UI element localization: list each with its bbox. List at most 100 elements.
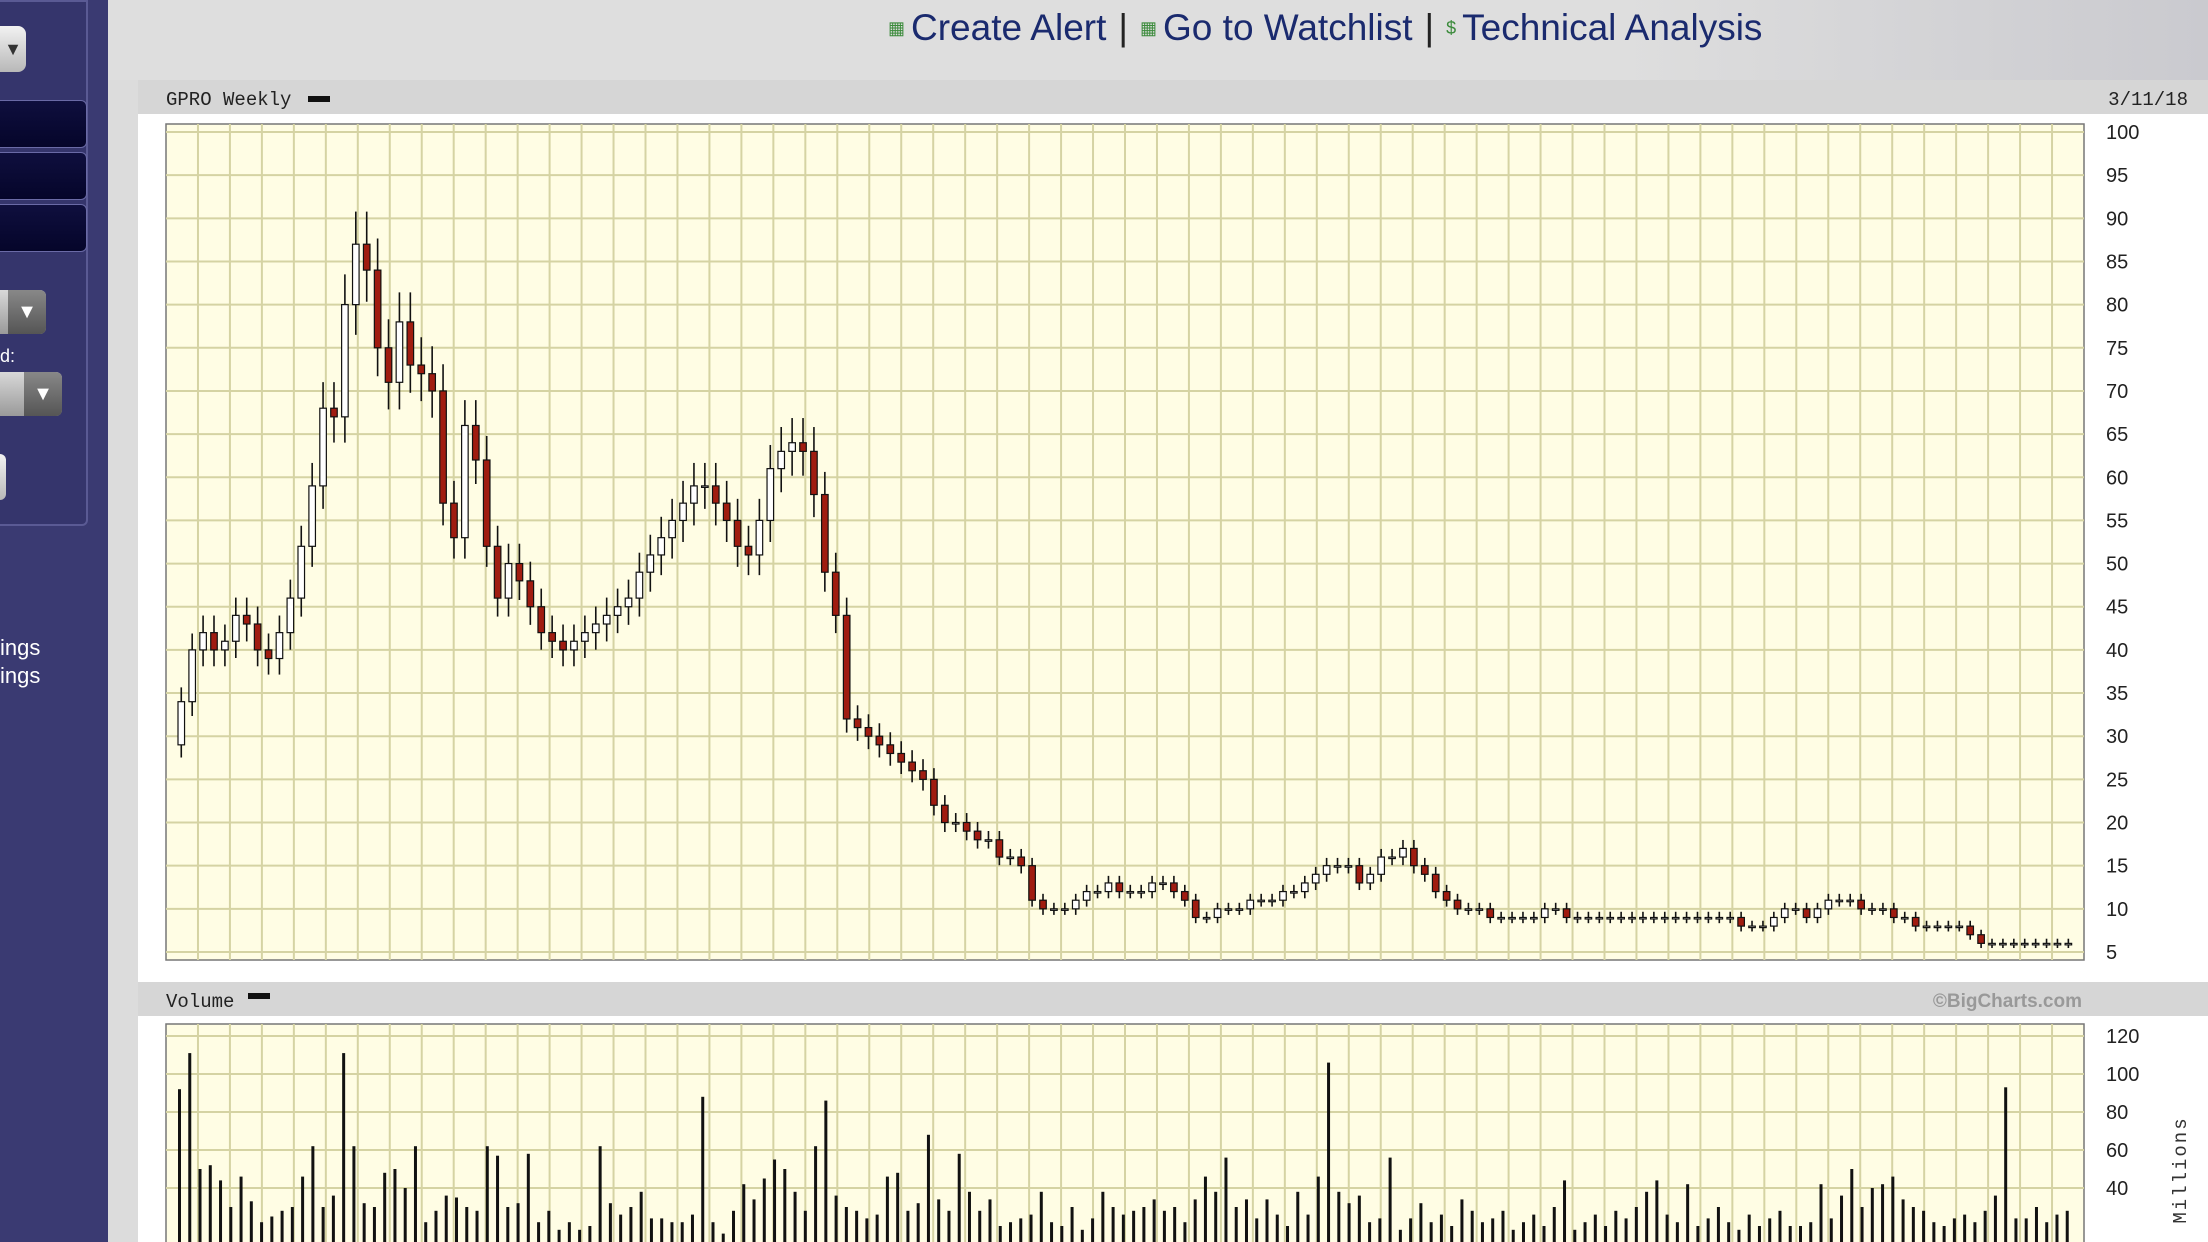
top-link-bar: ▦ Create Alert | ▦ Go to Watchlist | $ T… [108, 0, 2208, 80]
volume-bar [475, 1210, 479, 1242]
candle-body [1399, 847, 1407, 858]
sidebar-dropdown-2[interactable]: ▼ [0, 372, 62, 416]
candle-body [1104, 882, 1113, 893]
create-alert-link[interactable]: Create Alert [911, 7, 1106, 49]
volume-bar [1316, 1176, 1320, 1242]
volume-bar [1019, 1218, 1023, 1242]
volume-bar [1634, 1207, 1638, 1242]
candle-body [471, 424, 480, 461]
candle-body [1159, 882, 1167, 886]
candle-body [515, 562, 524, 582]
candle-body [940, 804, 949, 824]
volume-bar [1973, 1222, 1977, 1242]
volume-bar [290, 1207, 294, 1242]
volume-bar [383, 1172, 387, 1242]
volume-bar [762, 1178, 766, 1242]
y-tick-label: 25 [2106, 769, 2128, 791]
y-tick-label: 45 [2106, 597, 2128, 619]
candle-body [875, 735, 884, 746]
chart-title: GPRO Weekly [166, 89, 291, 111]
volume-bar [1501, 1210, 1505, 1242]
candle-body [668, 519, 677, 539]
sidebar-text-1[interactable]: ings [0, 634, 40, 662]
candle-body [264, 649, 273, 660]
sidebar-nav-button-2[interactable] [0, 152, 87, 200]
candle-body [210, 632, 218, 651]
candle-body [1344, 865, 1353, 868]
candle-body [733, 519, 742, 547]
candle-body [831, 571, 840, 616]
sidebar-button-partial[interactable] [0, 454, 6, 500]
candle-body [504, 562, 513, 599]
volume-header-bar [138, 982, 2208, 1016]
candle-body [908, 761, 916, 772]
volume-bar [1932, 1222, 1936, 1242]
candle-body [766, 468, 775, 522]
volume-bar [1614, 1210, 1618, 1242]
y-tick-label: 100 [2106, 122, 2139, 144]
sidebar-dropdown-1[interactable]: ▼ [0, 290, 46, 334]
volume-bar [1511, 1229, 1515, 1242]
candle-body [1071, 899, 1080, 910]
volume-bar [937, 1199, 941, 1242]
candle-body [548, 632, 557, 642]
volume-bar [1809, 1222, 1813, 1242]
chevron-down-icon[interactable]: ▼ [8, 290, 46, 334]
volume-bar [1542, 1226, 1546, 1242]
sidebar-text-2[interactable]: ings [0, 662, 40, 690]
volume-bar [229, 1207, 233, 1242]
candle-body [1759, 925, 1767, 929]
candle-body [1050, 908, 1058, 911]
candle-body [1257, 899, 1266, 903]
volume-bar [773, 1159, 777, 1242]
volume-bar [1121, 1214, 1125, 1242]
technical-analysis-link[interactable]: Technical Analysis [1462, 7, 1762, 49]
volume-bar [1604, 1226, 1608, 1242]
candle-body [482, 459, 491, 547]
volume-bar [496, 1155, 500, 1242]
y-tick-label: 60 [2106, 467, 2128, 489]
sidebar-dropdown-top[interactable]: ▼ [0, 26, 26, 72]
volume-axis: 40 60 80 100 120 [2106, 1026, 2139, 1200]
volume-bar [2055, 1214, 2059, 1242]
volume-bar [1111, 1207, 1115, 1242]
volume-bar [598, 1146, 602, 1242]
sidebar-field-label: d: [0, 346, 16, 366]
candle-body [1464, 908, 1473, 911]
y-tick-label: 55 [2106, 510, 2128, 532]
candle-body [1519, 916, 1527, 920]
candle-body [962, 821, 971, 832]
chevron-down-icon[interactable]: ▼ [24, 372, 62, 416]
candle-body [777, 450, 786, 470]
volume-bar [1706, 1218, 1710, 1242]
price-axis: 5 10 15 20 25 30 35 40 45 50 55 60 65 70 75 80 85 90 95 100 [2106, 122, 2139, 964]
candle-body [526, 580, 535, 608]
volume-bar [208, 1165, 212, 1242]
volume-bar [352, 1146, 356, 1242]
candle-body [1115, 882, 1124, 893]
volume-bar [998, 1226, 1002, 1242]
candle-body [1486, 908, 1495, 919]
watchlist-link[interactable]: Go to Watchlist [1163, 7, 1412, 49]
candle-body [1311, 873, 1320, 884]
volume-bar [1491, 1218, 1495, 1242]
volume-bar [1214, 1191, 1218, 1242]
candle-body [373, 269, 382, 349]
candle-body [995, 839, 1004, 858]
y-tick-label: 80 [2106, 295, 2128, 317]
candle-body [1224, 908, 1233, 911]
sidebar-nav-button-1[interactable] [0, 100, 87, 148]
volume-bar [1993, 1195, 1997, 1242]
volume-bar [1952, 1218, 1956, 1242]
candle-body [1093, 890, 1102, 894]
y-tick-label: 35 [2106, 683, 2128, 705]
volume-bar [1829, 1218, 1833, 1242]
candle-body [1551, 908, 1560, 911]
volume-bar [957, 1153, 961, 1242]
sidebar-nav-button-3[interactable] [0, 204, 87, 252]
candle-body [1813, 908, 1822, 919]
volume-bar [588, 1226, 592, 1242]
candle-body [1955, 925, 1964, 929]
volume-bar [721, 1233, 725, 1242]
volume-bar [865, 1218, 869, 1242]
